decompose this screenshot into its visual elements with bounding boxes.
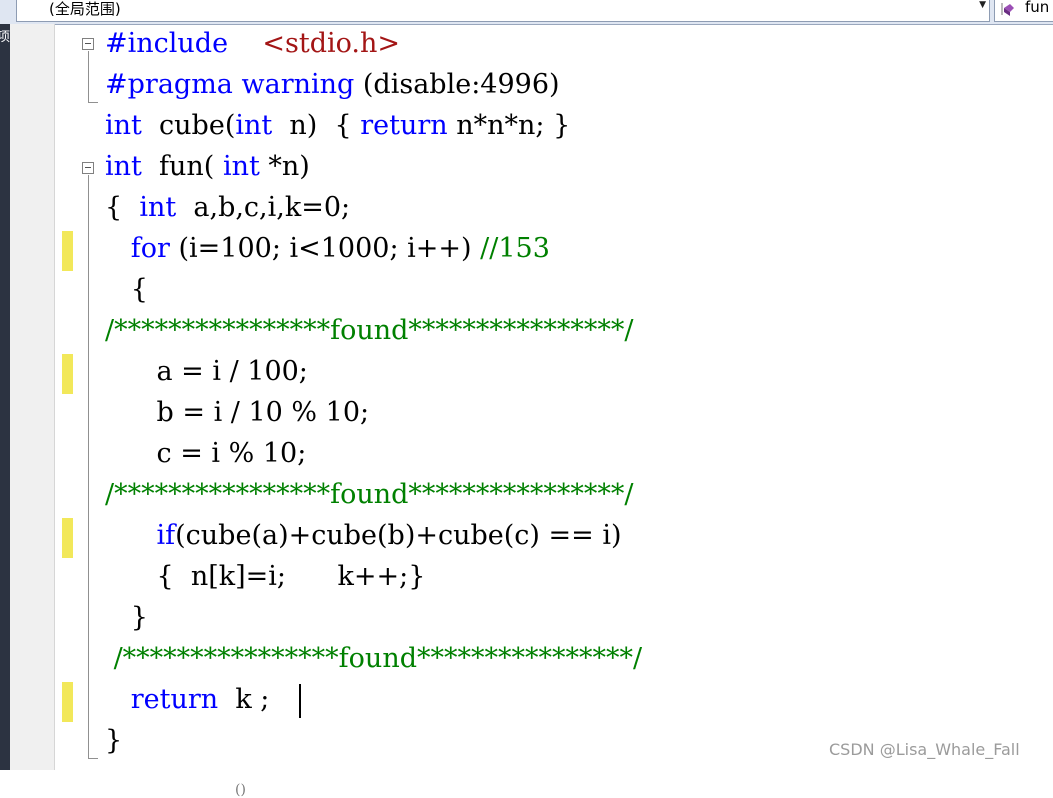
code-editor[interactable]: #include <stdio.h> #pragma warning (disa… [55,24,1053,798]
code-line-13[interactable]: if(cube(a)+cube(b)+cube(c) == i) [105,516,622,556]
comment: //153 [480,233,550,264]
code-text: fun( [141,151,223,182]
code-text: { [105,192,140,223]
code-text: } [105,602,148,633]
code-text: (i=100; i<1000; i++) [169,233,481,264]
code-text: (cube(a)+cube(b)+cube(c) == i) [175,520,622,551]
code-line-10[interactable]: b = i / 10 % 10; [105,393,369,433]
partial-next-line: () [235,782,246,798]
code-text: a,b,c,i,k=0; [176,192,351,223]
keyword-if: if [156,520,176,551]
scope-dropdown[interactable]: (全局范围) ▼ [16,0,990,22]
code-line-1[interactable]: #include <stdio.h> [105,24,400,64]
code-text: { [105,274,148,305]
code-line-4[interactable]: int fun( int *n) [105,147,310,187]
code-line-6[interactable]: for (i=100; i<1000; i++) //153 [105,229,550,269]
code-text: b = i / 10 % 10; [105,397,370,428]
pragma-warning-keyword: warning [241,69,355,100]
code-line-7[interactable]: { [105,270,148,310]
watermark: CSDN @Lisa_Whale_Fall [829,740,1020,759]
code-line-5[interactable]: { int a,b,c,i,k=0; [105,188,350,228]
scope-dropdown-value: (全局范围) [49,0,121,18]
code-line-17[interactable]: return k ; [105,680,270,720]
code-text: *n) [259,151,310,182]
code-line-12[interactable]: /****************found****************/ [105,475,634,515]
fold-line [88,175,89,758]
keyword-for: for [130,233,170,264]
keyword-int: int [105,110,142,141]
code-text: { n[k]=i; k++;} [105,561,426,592]
chevron-down-icon[interactable]: ▼ [979,0,986,10]
keyword-int: int [105,151,142,182]
text-caret [299,684,301,718]
method-icon [1001,3,1014,16]
change-marker [62,682,73,722]
pragma-directive: #pragma [105,69,233,100]
pragma-args: (disable:4996) [354,69,560,100]
member-dropdown-value: fun [1025,0,1050,16]
change-marker [62,231,73,271]
code-line-8[interactable]: /****************found****************/ [105,311,634,351]
member-dropdown[interactable]: fun [994,0,1053,22]
code-text: cube( [141,110,236,141]
fold-end [88,758,98,759]
code-text: n) { [272,110,361,141]
code-line-11[interactable]: c = i % 10; [105,434,306,474]
solution-explorer-tab[interactable]: 项 [0,24,10,770]
navigation-bar: (全局范围) ▼ fun [0,0,1053,25]
code-text: k ; [218,684,270,715]
keyword-return: return [130,684,219,715]
keyword-return: return [360,110,448,141]
code-text: n*n*n; } [447,110,571,141]
found-comment: /****************found****************/ [105,479,634,510]
fold-line [88,51,89,102]
code-line-14[interactable]: { n[k]=i; k++;} [105,557,425,597]
collapse-include-icon[interactable] [82,38,94,50]
code-line-15[interactable]: } [105,598,148,638]
include-directive: #include [105,28,229,59]
change-marker [62,518,73,558]
keyword-int: int [139,192,177,223]
code-line-2[interactable]: #pragma warning (disable:4996) [105,65,560,105]
change-marker [62,354,73,394]
found-comment: /****************found****************/ [105,643,643,674]
include-path: <stdio.h> [262,28,401,59]
code-line-18[interactable]: } [105,721,122,761]
solution-explorer-tab-label: 项 [0,30,11,45]
fold-end [88,102,98,103]
code-line-3[interactable]: int cube(int n) { return n*n*n; } [105,106,570,146]
code-line-16[interactable]: /****************found****************/ [105,639,643,679]
keyword-int: int [235,110,273,141]
code-text: } [105,725,123,756]
collapse-function-icon[interactable] [82,162,94,174]
code-text: c = i % 10; [105,438,307,469]
code-line-9[interactable]: a = i / 100; [105,352,308,392]
indicator-margin [10,24,55,770]
keyword-int: int [222,151,260,182]
code-text: a = i / 100; [105,356,308,387]
found-comment: /****************found****************/ [105,315,634,346]
